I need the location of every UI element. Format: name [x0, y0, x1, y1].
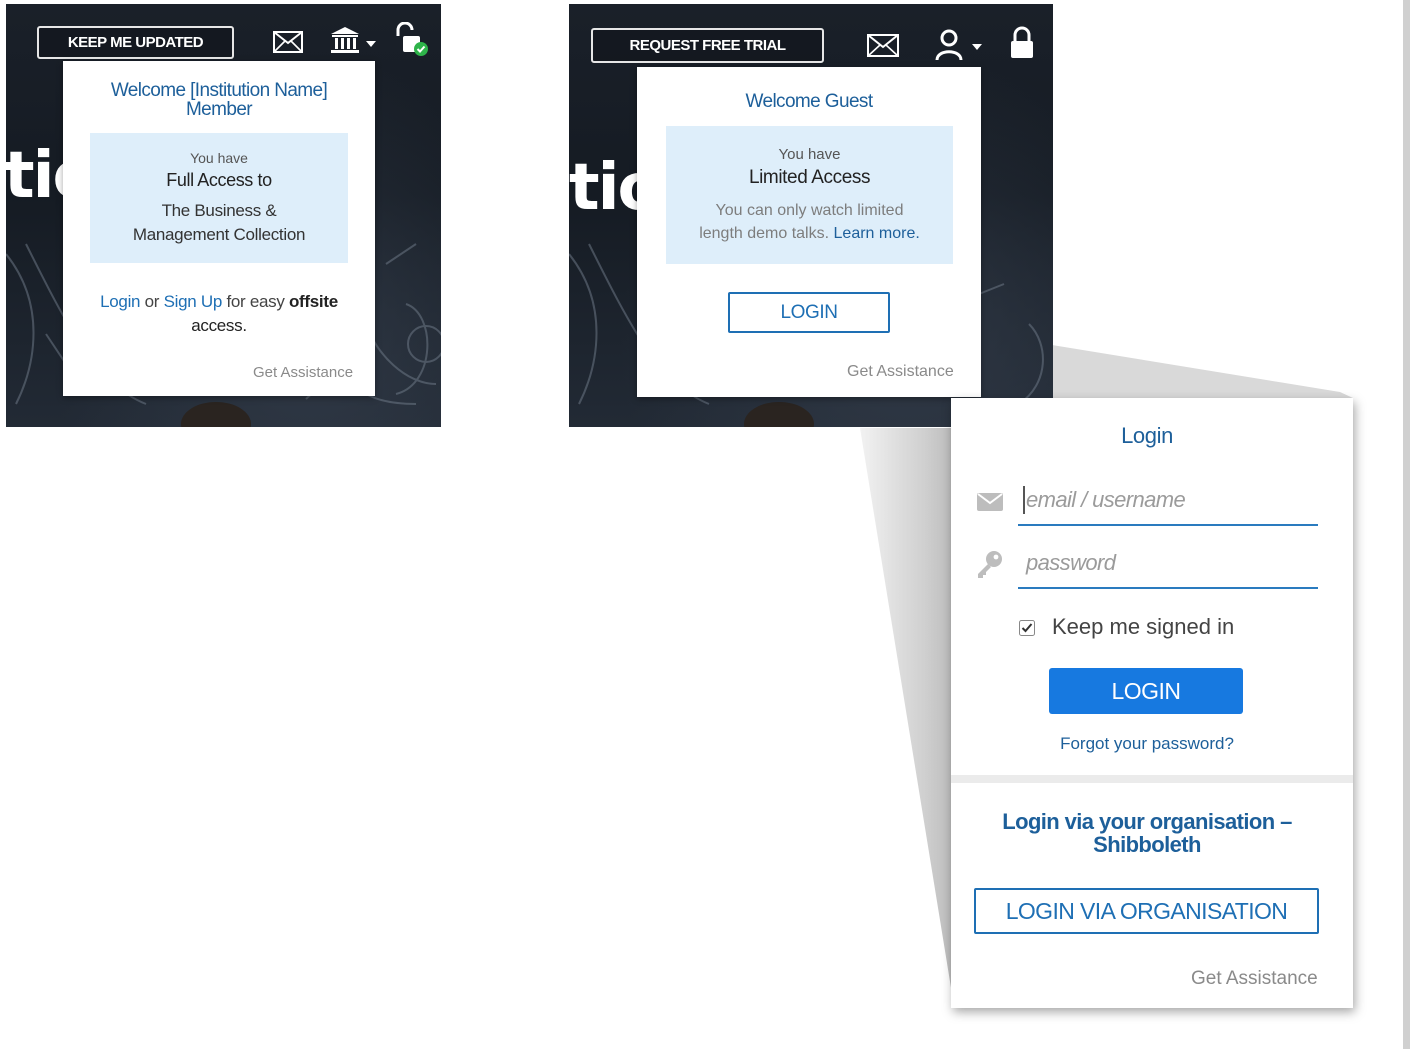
welcome-institution-title: Welcome [Institution Name] — [110, 80, 328, 101]
institution-member-dropdown: Welcome [Institution Name] Member You ha… — [63, 61, 375, 396]
key-icon — [978, 551, 1002, 578]
org-title-line2: Shibboleth — [1093, 832, 1201, 857]
email-placeholder: email / username — [1026, 487, 1186, 512]
login-panel: Login email / username password Keep me … — [951, 398, 1353, 1008]
password-input[interactable]: password — [1018, 541, 1318, 589]
text-cursor — [1023, 486, 1025, 514]
collection-name-line1: The Business & — [161, 201, 277, 220]
for-easy-text: for easy — [226, 292, 285, 311]
limited-info-line2: length demo talks. Learn more. — [666, 225, 953, 243]
login-button[interactable]: LOGIN — [728, 292, 890, 333]
password-placeholder: password — [1026, 550, 1116, 575]
chevron-down-icon[interactable] — [972, 44, 982, 50]
you-have-text: You have — [778, 146, 841, 163]
login-link[interactable]: Login — [100, 292, 140, 311]
full-access-text: Full Access to — [166, 170, 272, 190]
envelope-icon[interactable] — [867, 34, 899, 57]
offsite-access-prompt: Login or Sign Up for easy offsite access… — [77, 290, 361, 338]
welcome-guest-title: Welcome Guest — [745, 91, 873, 112]
email-username-input[interactable]: email / username — [1018, 478, 1318, 526]
unlocked-padlock-icon[interactable] — [394, 22, 430, 58]
access-info-box: You have Full Access to The Business & M… — [90, 133, 348, 263]
keep-signed-in-label: Keep me signed in — [1052, 614, 1235, 639]
learn-more-link[interactable]: Learn more. — [834, 225, 920, 242]
limited-info-line1: You can only watch limited — [715, 202, 904, 219]
limited-access-text: Limited Access — [748, 167, 871, 188]
login-title: Login — [1121, 423, 1173, 448]
collection-name-line2: Management Collection — [132, 225, 306, 244]
org-title-line1: Login via your organisation – — [1002, 809, 1292, 834]
welcome-member-title: Member — [185, 99, 253, 120]
login-submit-button[interactable]: LOGIN — [1049, 668, 1243, 714]
demo-talks-text: length demo talks. — [699, 225, 830, 242]
access-info-box: You have Limited Access You can only wat… — [666, 126, 953, 264]
request-free-trial-button[interactable]: REQUEST FREE TRIAL — [591, 28, 824, 63]
organisation-login-title: Login via your organisation – Shibboleth — [951, 810, 1343, 856]
envelope-icon — [977, 493, 1003, 511]
page-edge-strip — [1403, 0, 1410, 1049]
sign-up-link[interactable]: Sign Up — [164, 292, 223, 311]
chevron-down-icon[interactable] — [366, 41, 376, 47]
you-have-text: You have — [190, 150, 248, 166]
institution-icon[interactable] — [330, 26, 360, 54]
keep-me-updated-button[interactable]: KEEP ME UPDATED — [37, 26, 234, 59]
user-icon[interactable] — [935, 29, 963, 61]
access-text: access. — [191, 316, 247, 335]
envelope-icon[interactable] — [273, 31, 303, 53]
section-divider — [951, 775, 1353, 783]
login-via-organisation-button[interactable]: LOGIN VIA ORGANISATION — [974, 888, 1319, 934]
offsite-text: offsite — [288, 292, 338, 311]
get-assistance-link[interactable]: Get Assistance — [253, 364, 353, 381]
keep-signed-in-row[interactable]: Keep me signed in — [1017, 611, 1317, 641]
get-assistance-link[interactable]: Get Assistance — [1191, 968, 1318, 990]
keep-signed-in-checkbox[interactable] — [1019, 620, 1035, 636]
guest-dropdown: Welcome Guest You have Limited Access Yo… — [637, 67, 981, 397]
or-text: or — [144, 292, 160, 311]
get-assistance-link[interactable]: Get Assistance — [847, 363, 954, 381]
forgot-password-link[interactable]: Forgot your password? — [951, 734, 1343, 754]
padlock-icon[interactable] — [1009, 26, 1035, 60]
